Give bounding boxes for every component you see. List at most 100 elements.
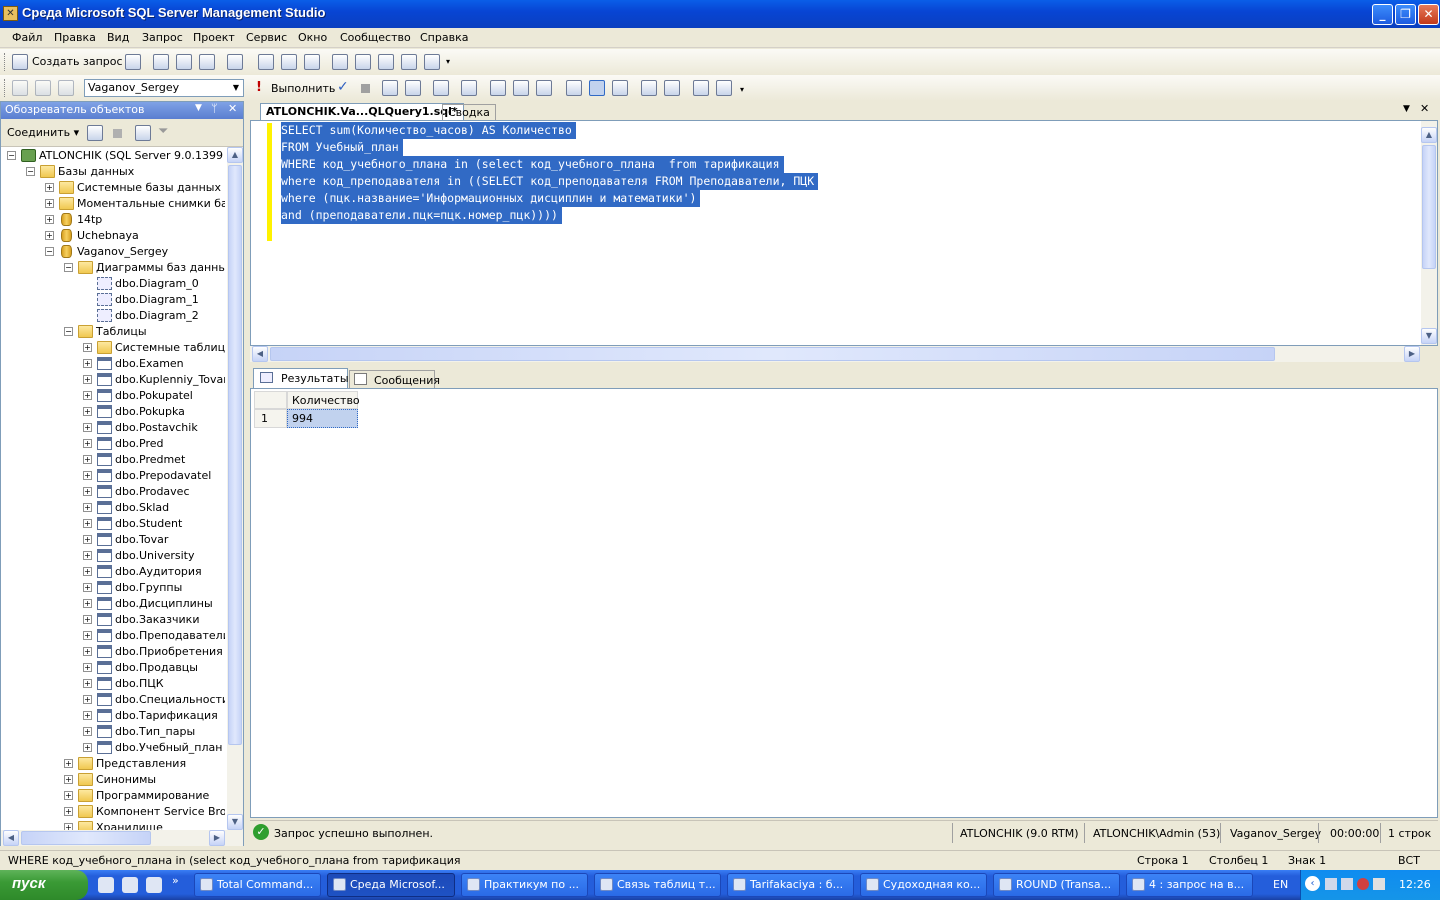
expand-icon[interactable]: + [64, 791, 73, 800]
results-to-file-icon[interactable] [589, 80, 605, 96]
menu-project[interactable]: Проект [193, 31, 235, 44]
code-line[interactable]: FROM Учебный_план [281, 139, 403, 156]
menu-community[interactable]: Сообщество [340, 31, 411, 44]
expand-icon[interactable]: + [83, 407, 92, 416]
task-round-help[interactable]: ROUND (Transa... [993, 873, 1120, 897]
scroll-left-icon[interactable]: ◀ [3, 830, 19, 846]
quicklaunch-icon[interactable] [122, 877, 138, 893]
results-to-grid-icon[interactable] [566, 80, 582, 96]
template-explorer-icon[interactable] [378, 54, 394, 70]
comment-icon[interactable] [612, 80, 628, 96]
expand-icon[interactable]: + [45, 199, 54, 208]
minimize-button[interactable]: _ [1372, 4, 1393, 25]
new-file-icon[interactable] [125, 54, 141, 70]
indent-icon[interactable] [664, 80, 680, 96]
close-button[interactable]: ✕ [1418, 4, 1439, 25]
toolbar-overflow-icon[interactable]: ▾ [740, 85, 744, 94]
sql-editor[interactable]: SELECT sum(Количество_часов) AS Количест… [250, 120, 1438, 346]
expand-icon[interactable]: + [83, 503, 92, 512]
quicklaunch-more-icon[interactable]: » [172, 874, 179, 887]
collapse-icon[interactable]: − [64, 263, 73, 272]
code-line[interactable]: SELECT sum(Количество_часов) AS Количест… [281, 122, 576, 139]
scroll-left-icon[interactable]: ◀ [252, 346, 268, 362]
connect-icon[interactable] [12, 80, 28, 96]
new-project-icon[interactable] [227, 54, 243, 70]
stop-icon[interactable] [113, 129, 122, 138]
panel-dropdown-icon[interactable]: ▼ [195, 103, 202, 113]
collapse-icon[interactable]: − [45, 247, 54, 256]
cancel-query-icon[interactable] [361, 84, 370, 93]
maximize-button[interactable]: ❐ [1395, 4, 1416, 25]
expand-icon[interactable]: + [83, 727, 92, 736]
menu-view[interactable]: Вид [107, 31, 129, 44]
expand-icon[interactable]: + [83, 519, 92, 528]
analysis-query-icon[interactable] [176, 54, 192, 70]
increase-indent-icon[interactable] [716, 80, 732, 96]
scroll-thumb[interactable] [228, 165, 242, 745]
expand-icon[interactable]: + [83, 359, 92, 368]
task-tarifakaciya[interactable]: Tarifakaciya : б... [727, 873, 854, 897]
tree-vertical-scrollbar[interactable]: ▲ ▼ [227, 147, 243, 830]
expand-icon[interactable]: + [83, 343, 92, 352]
expand-icon[interactable]: + [64, 775, 73, 784]
column-header[interactable]: Количество [287, 391, 360, 409]
panel-close-icon[interactable]: ✕ [228, 102, 237, 115]
expand-icon[interactable]: + [83, 551, 92, 560]
expand-icon[interactable]: + [64, 823, 73, 830]
object-explorer-icon[interactable] [355, 54, 371, 70]
connect-dropdown-button[interactable]: Соединить ▾ [7, 126, 79, 139]
scroll-thumb[interactable] [21, 831, 151, 845]
menu-edit[interactable]: Правка [54, 31, 96, 44]
expand-icon[interactable]: + [45, 183, 54, 192]
expand-icon[interactable]: + [83, 647, 92, 656]
expand-icon[interactable]: + [83, 583, 92, 592]
disconnect-icon[interactable] [35, 80, 51, 96]
scroll-down-icon[interactable]: ▼ [227, 814, 243, 830]
filter-icon[interactable]: ⏷ [158, 124, 168, 139]
db-engine-query-icon[interactable] [153, 54, 169, 70]
expand-icon[interactable]: + [83, 631, 92, 640]
expand-icon[interactable]: + [83, 487, 92, 496]
editor-vertical-scrollbar[interactable]: ▲ ▼ [1421, 121, 1437, 345]
expand-icon[interactable]: + [83, 599, 92, 608]
menu-window[interactable]: Окно [298, 31, 327, 44]
include-plan-icon[interactable] [490, 80, 506, 96]
expand-icon[interactable]: + [83, 375, 92, 384]
tab-messages[interactable]: Сообщения [349, 370, 440, 388]
tray-icon[interactable] [1341, 878, 1353, 890]
result-cell[interactable]: 994 [287, 409, 358, 428]
tab-list-icon[interactable]: ▼ [1403, 104, 1410, 114]
volume-icon[interactable] [1373, 878, 1385, 890]
expand-icon[interactable]: + [83, 679, 92, 688]
app-icon[interactable]: ✕ [3, 6, 18, 21]
menu-query[interactable]: Запрос [142, 31, 183, 44]
code-line[interactable]: where код_преподавателя in ((SELECT код_… [281, 173, 819, 190]
change-connection-icon[interactable] [58, 80, 74, 96]
menu-file[interactable]: Файл [12, 31, 42, 44]
scroll-down-icon[interactable]: ▼ [1421, 328, 1437, 344]
collapse-icon[interactable]: − [26, 167, 35, 176]
expand-icon[interactable]: + [83, 455, 92, 464]
expand-icon[interactable]: + [83, 615, 92, 624]
close-document-icon[interactable]: ✕ [1420, 102, 1429, 115]
expand-icon[interactable]: + [45, 231, 54, 240]
row-number[interactable]: 1 [254, 409, 287, 428]
expand-icon[interactable]: + [83, 471, 92, 480]
intellisense-icon[interactable] [433, 80, 449, 96]
execute-button[interactable]: Выполнить [271, 82, 335, 95]
database-select[interactable]: Vaganov_Sergey ▼ [84, 79, 244, 97]
collapse-icon[interactable]: − [7, 151, 16, 160]
scroll-right-icon[interactable]: ▶ [1404, 346, 1420, 362]
save-all-icon[interactable] [304, 54, 320, 70]
expand-icon[interactable]: + [45, 215, 54, 224]
task-ssms[interactable]: Среда Microsof... [327, 873, 455, 897]
client-statistics-icon[interactable] [513, 80, 529, 96]
expand-icon[interactable]: + [83, 567, 92, 576]
expand-icon[interactable]: + [83, 663, 92, 672]
expand-icon[interactable]: + [64, 807, 73, 816]
save-icon[interactable] [281, 54, 297, 70]
expand-icon[interactable]: + [83, 439, 92, 448]
quicklaunch-icon[interactable] [146, 877, 162, 893]
solution-explorer-icon[interactable] [401, 54, 417, 70]
tab-summary[interactable]: Сводка [442, 104, 496, 120]
